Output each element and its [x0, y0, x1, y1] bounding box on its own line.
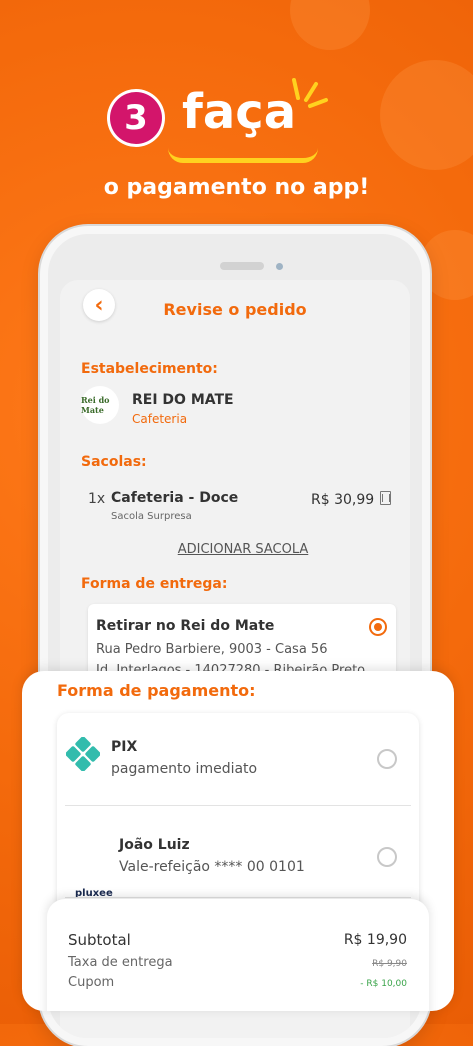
- step-number-badge: 3: [110, 92, 162, 144]
- divider: [65, 897, 411, 898]
- page-title: Revise o pedido: [163, 300, 307, 319]
- payment-method-description: Vale-refeição **** 00 0101: [119, 859, 305, 875]
- bag-name: Cafeteria - Doce: [111, 490, 239, 506]
- add-bag-link[interactable]: ADICIONAR SACOLA: [48, 542, 422, 557]
- establishment-label: Estabelecimento:: [81, 361, 218, 377]
- phone-camera: [276, 263, 283, 270]
- delivery-radio-selected[interactable]: [369, 618, 387, 636]
- promo-header: 3 faça o pagamento no app!: [0, 60, 473, 210]
- store-name: REI DO MATE: [132, 392, 234, 408]
- store-category: Cafeteria: [132, 412, 188, 426]
- trash-icon[interactable]: [380, 491, 391, 505]
- payment-sheet: Forma de pagamento: PIX pagamento imedia…: [22, 671, 454, 1011]
- store-logo: Rei do Mate: [81, 386, 119, 424]
- bags-label: Sacolas:: [81, 454, 147, 470]
- background-decoration: [290, 0, 370, 50]
- payment-method-description: pagamento imediato: [111, 761, 258, 777]
- bag-subtitle: Sacola Surpresa: [111, 511, 192, 522]
- payment-method-card[interactable]: João Luiz Vale-refeição **** 00 0101: [57, 805, 419, 897]
- store-logo-text: Rei do Mate: [81, 395, 110, 415]
- delivery-fee-value: R$ 9,90: [372, 959, 407, 969]
- payment-method-name: João Luiz: [119, 837, 190, 853]
- payment-method-pix[interactable]: PIX pagamento imediato: [57, 713, 419, 805]
- order-summary: Subtotal R$ 19,90 Taxa de entrega R$ 9,9…: [47, 899, 429, 1011]
- step-word: faça: [182, 84, 297, 140]
- step-subtitle: o pagamento no app!: [103, 175, 370, 200]
- subtotal-value: R$ 19,90: [343, 932, 407, 948]
- coupon-value: - R$ 10,00: [360, 979, 407, 989]
- pix-icon: [66, 737, 100, 771]
- sparkle-icon: [292, 78, 328, 108]
- payment-radio-pix[interactable]: [377, 749, 397, 769]
- payment-title: Forma de pagamento:: [57, 681, 256, 700]
- delivery-fee-label: Taxa de entrega: [68, 955, 173, 970]
- underline-accent: [168, 148, 318, 163]
- delivery-address-line1: Rua Pedro Barbiere, 9003 - Casa 56: [96, 642, 328, 657]
- coupon-label: Cupom: [68, 975, 115, 990]
- payment-method-name: PIX: [111, 739, 138, 755]
- delivery-option-title: Retirar no Rei do Mate: [96, 618, 275, 634]
- phone-speaker: [220, 262, 264, 270]
- payment-radio-card[interactable]: [377, 847, 397, 867]
- bag-price: R$ 30,99: [311, 492, 375, 508]
- delivery-label: Forma de entrega:: [81, 576, 228, 592]
- bag-quantity: 1x: [88, 491, 106, 507]
- subtotal-label: Subtotal: [68, 931, 131, 949]
